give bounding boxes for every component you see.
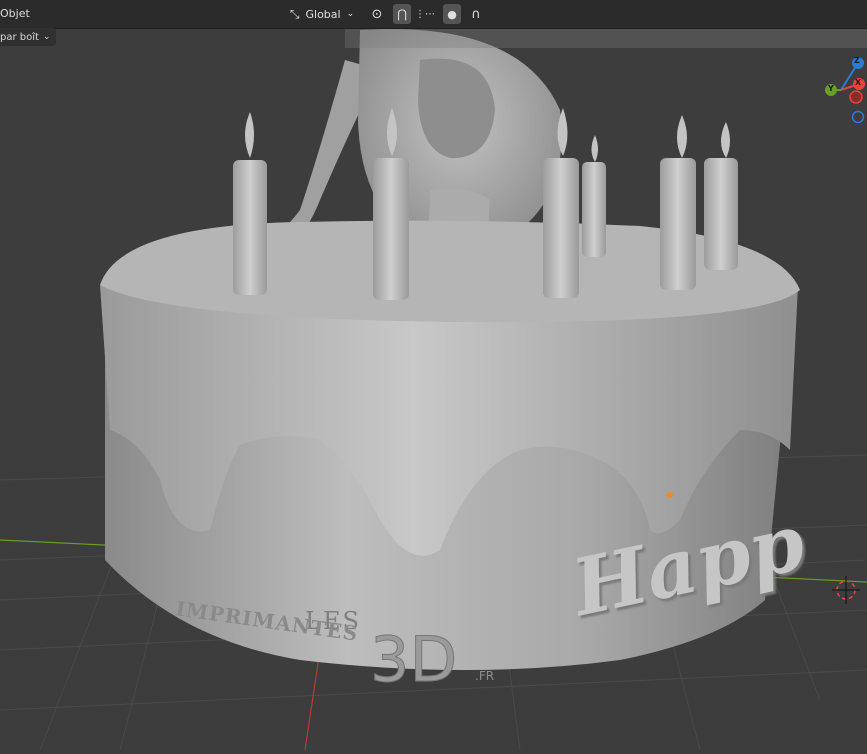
viewport-header: Objet ⤡ Global ⌄ ⊙ ⋂ ⋮⋯ ● ∩	[0, 0, 867, 29]
3d-viewport[interactable]: Happ LES IMPRIMANTES 3D .FR	[0, 0, 867, 751]
pivot-point-button[interactable]: ⊙	[364, 4, 390, 24]
snap-increment-icon: ⋮⋯	[415, 8, 435, 20]
selection-mode-label: par boît	[0, 31, 39, 43]
gizmo-x-label: X	[855, 78, 862, 87]
chevron-down-icon: ⌄	[42, 32, 51, 42]
orientation-icon: ⤡	[289, 6, 300, 21]
proportional-edit-icon: ●	[447, 7, 457, 21]
snap-toggle[interactable]: ⋂	[393, 4, 411, 24]
orientation-label: Global	[305, 7, 341, 21]
chevron-down-icon: ⌄	[346, 9, 355, 19]
navigation-gizmo[interactable]: Z Y X	[807, 50, 867, 130]
watermark-fr: .FR	[475, 669, 495, 683]
object-origin	[667, 492, 673, 498]
falloff-curve-icon: ∩	[471, 6, 481, 22]
gizmo-neg-x-ball[interactable]	[849, 90, 863, 104]
gizmo-z-label: Z	[854, 56, 860, 65]
gizmo-neg-z-ball[interactable]	[851, 110, 865, 124]
selection-mode-dropdown[interactable]: par boît ⌄	[0, 28, 57, 46]
gizmo-y-label: Y	[828, 84, 834, 93]
magnet-icon: ⋂	[397, 7, 407, 21]
transform-orientation-dropdown[interactable]: ⤡ Global ⌄	[287, 4, 357, 24]
snap-target-dropdown[interactable]: ⋮⋯	[412, 4, 438, 24]
watermark: LES IMPRIMANTES 3D .FR	[174, 596, 515, 705]
mode-label[interactable]: Objet	[0, 7, 30, 20]
pivot-icon: ⊙	[371, 6, 383, 22]
proportional-edit-toggle[interactable]: ●	[443, 4, 461, 24]
watermark-3d: 3D	[369, 623, 458, 697]
falloff-dropdown[interactable]: ∩	[463, 4, 489, 24]
